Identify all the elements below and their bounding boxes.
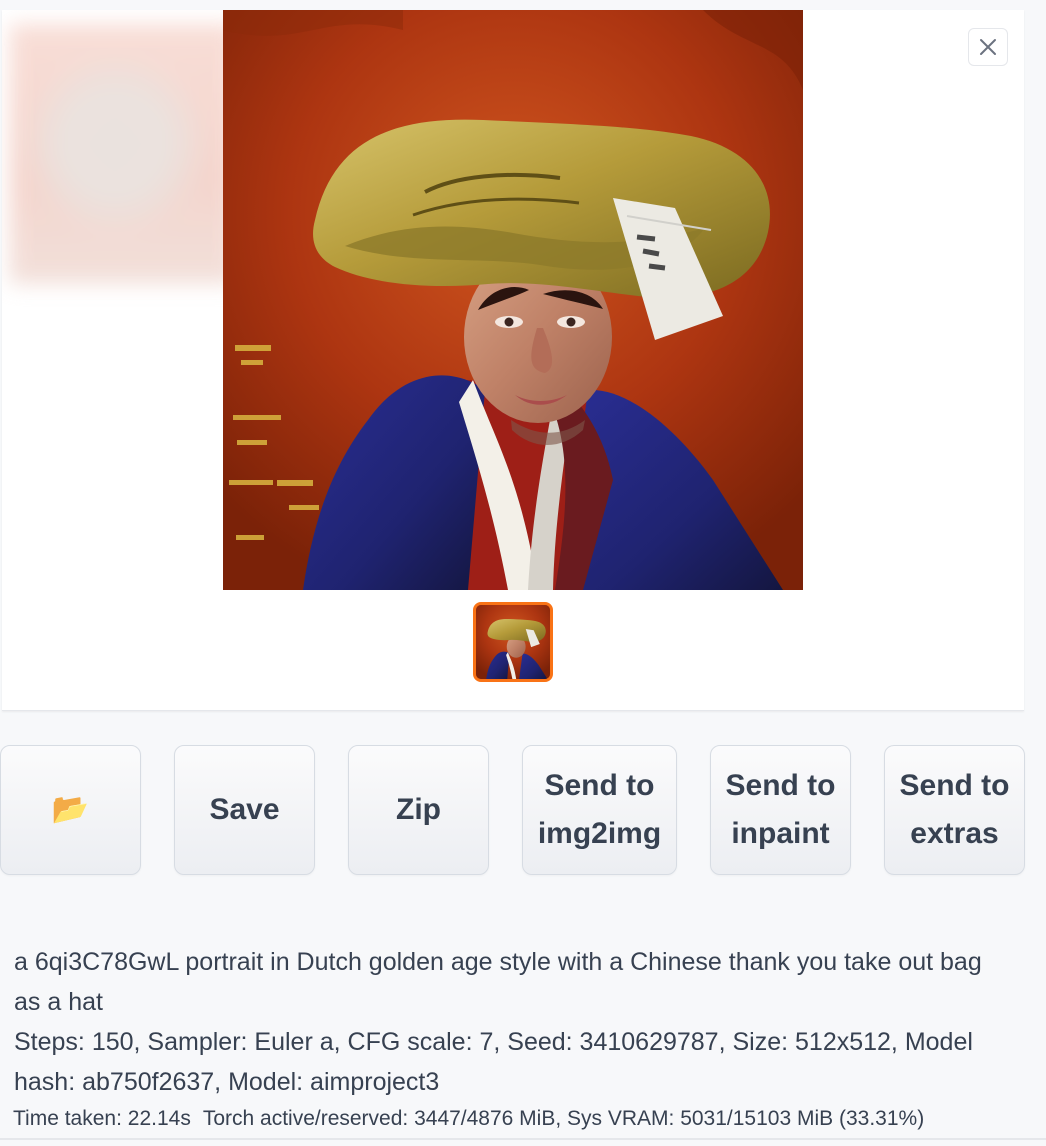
thumbnail-image: [476, 605, 550, 679]
folder-icon: 📂: [51, 793, 90, 826]
time-taken-text: Time taken: 22.14s: [13, 1107, 191, 1130]
selected-thumbnail[interactable]: [473, 602, 553, 682]
generation-info: a 6qi3C78GwL portrait in Dutch golden ag…: [14, 942, 1014, 1102]
generation-parameters: Steps: 150, Sampler: Euler a, CFG scale:…: [14, 1028, 973, 1096]
bottom-divider: [0, 1138, 1046, 1140]
generated-image-preview[interactable]: [223, 10, 803, 590]
save-button-label: Save: [209, 793, 280, 826]
save-button[interactable]: Save: [174, 745, 315, 875]
prompt-text: a 6qi3C78GwL portrait in Dutch golden ag…: [14, 948, 982, 1016]
send-to-extras-label: Send to extras: [899, 769, 1010, 850]
performance-footer: Time taken: 22.14s Torch active/reserved:…: [13, 1104, 924, 1134]
background-preview-blur: [10, 24, 236, 284]
memory-usage-text: Torch active/reserved: 3447/4876 MiB, Sy…: [202, 1107, 925, 1130]
send-to-img2img-button[interactable]: Send to img2img: [522, 745, 677, 875]
zip-button[interactable]: Zip: [348, 745, 489, 875]
gallery-panel: [2, 10, 1024, 711]
open-folder-button[interactable]: 📂: [0, 745, 141, 875]
send-to-inpaint-button[interactable]: Send to inpaint: [710, 745, 851, 875]
send-to-inpaint-label: Send to inpaint: [725, 769, 836, 850]
close-preview-button[interactable]: [968, 28, 1008, 66]
zip-button-label: Zip: [396, 793, 441, 826]
close-icon: [980, 39, 996, 55]
send-to-img2img-label: Send to img2img: [537, 769, 662, 850]
generated-image-art: [223, 10, 803, 590]
send-to-extras-button[interactable]: Send to extras: [884, 745, 1025, 875]
